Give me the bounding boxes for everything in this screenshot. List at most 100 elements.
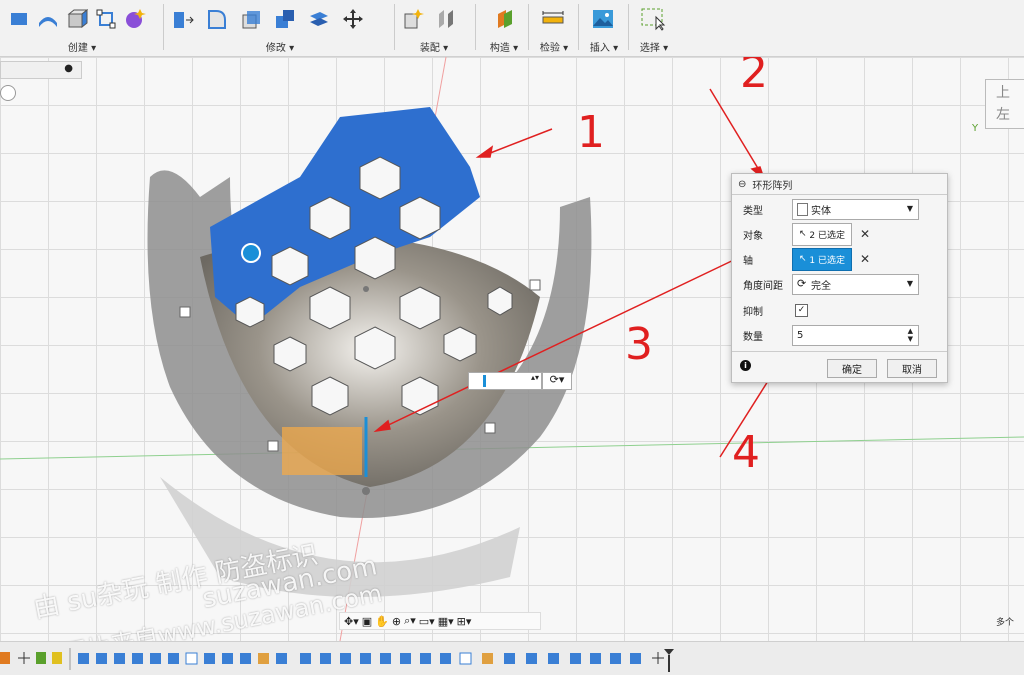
select-menu-label[interactable]: 选择 ▾	[636, 39, 672, 54]
type-value: 实体	[811, 205, 831, 217]
insert-image-icon[interactable]	[590, 6, 616, 32]
object-value: 2 已选定	[809, 230, 845, 241]
dialog-title: 环形阵列	[752, 180, 793, 192]
chevron-down-icon: ▼	[906, 203, 913, 213]
combine-icon[interactable]	[272, 6, 298, 32]
cancel-button[interactable]: 取消	[887, 359, 937, 378]
insert-group: 插入 ▾	[586, 0, 622, 56]
circular-pattern-dialog: ⊖ 环形阵列 类型 实体 ▼ 对象 ↖ 2 已选定 ✕ 轴 ↖ 1 已选定 ✕ …	[731, 173, 948, 383]
construct-group: 构造 ▾	[484, 0, 524, 56]
collapse-icon[interactable]: ●	[64, 63, 73, 74]
clear-axis-icon[interactable]: ✕	[860, 252, 870, 266]
spacing-row: 角度间距 ⟳ 完全 ▼	[732, 273, 947, 295]
inline-spacing-dropdown[interactable]: ⟳▾	[542, 372, 572, 390]
press-pull-icon[interactable]	[170, 6, 196, 32]
divider	[578, 4, 579, 50]
assemble-menu-label[interactable]: 装配 ▾	[400, 39, 468, 54]
count-value: 5	[797, 329, 804, 341]
chevron-down-icon: ▼	[906, 278, 913, 288]
plane-icon[interactable]	[492, 6, 518, 32]
divider	[394, 4, 395, 50]
create-menu-label[interactable]: 创建 ▾	[6, 39, 158, 54]
viewports-icon[interactable]: ⊞▾	[457, 615, 472, 628]
look-at-icon[interactable]: ▣	[362, 615, 372, 628]
annotation-2: 2	[740, 57, 768, 98]
split-body-icon[interactable]	[306, 6, 332, 32]
move-manipulator-icon	[241, 243, 261, 263]
body-icon	[797, 202, 808, 216]
suppress-checkbox[interactable]: ✓	[795, 303, 808, 317]
timeline	[0, 641, 1024, 675]
type-label: 类型	[743, 205, 763, 217]
axis-selection-box	[282, 427, 362, 475]
modify-menu-label[interactable]: 修改 ▾	[170, 39, 390, 54]
annotation-4: 4	[732, 427, 760, 478]
joint-icon[interactable]	[434, 6, 460, 32]
viewcube-top-label[interactable]: 上	[996, 82, 1010, 102]
dialog-header[interactable]: ⊖ 环形阵列	[732, 174, 947, 195]
insert-menu-label[interactable]: 插入 ▾	[586, 39, 622, 54]
shell-icon[interactable]	[238, 6, 264, 32]
cursor-icon: ↖	[798, 254, 807, 264]
y-axis-label: Y	[972, 123, 979, 134]
orbit-icon[interactable]: ✥▾	[344, 615, 359, 628]
rectangle-icon[interactable]	[93, 6, 119, 32]
browser-panel-header[interactable]: ●	[0, 61, 82, 79]
inspect-menu-label[interactable]: 检验 ▾	[534, 39, 574, 54]
rotate-icon: ⟳	[797, 276, 807, 290]
count-input[interactable]: 5 ▲ ▼	[792, 324, 919, 346]
type-select[interactable]: 实体 ▼	[792, 198, 919, 220]
object-row: 对象 ↖ 2 已选定 ✕	[732, 222, 947, 246]
move-icon[interactable]	[340, 6, 366, 32]
toolbar: 创建 ▾ 修改 ▾ 装配 ▾ 构造 ▾ 检验 ▾ 插入 ▾ 选择 ▾	[0, 0, 1024, 57]
box-icon[interactable]	[64, 6, 90, 32]
ok-button[interactable]: 确定	[827, 359, 877, 378]
divider	[628, 4, 629, 50]
form-icon[interactable]	[122, 6, 148, 32]
inline-count-field[interactable]: ▴▾	[468, 372, 542, 390]
annotation-1: 1	[577, 107, 605, 158]
new-component-icon[interactable]	[400, 6, 426, 32]
clear-object-icon[interactable]: ✕	[860, 227, 870, 241]
display-settings-icon[interactable]: ▭▾	[419, 615, 435, 628]
count-label: 数量	[743, 331, 763, 343]
info-icon[interactable]: i	[740, 360, 751, 371]
axis-select-button[interactable]: ↖ 1 已选定	[792, 247, 852, 271]
timeline-features[interactable]	[0, 642, 1024, 675]
spinner-icon[interactable]: ▴▾	[531, 373, 539, 382]
spacing-select[interactable]: ⟳ 完全 ▼	[792, 273, 919, 295]
viewcube-left-label[interactable]: 左	[996, 104, 1010, 124]
create-group: 创建 ▾	[6, 0, 158, 56]
sketch-icon[interactable]	[6, 6, 32, 32]
radio-icon[interactable]	[0, 85, 16, 101]
fillet-icon[interactable]	[204, 6, 230, 32]
spacing-label: 角度间距	[743, 280, 783, 292]
select-icon[interactable]	[640, 6, 666, 32]
divider	[528, 4, 529, 50]
axis-row: 轴 ↖ 1 已选定 ✕	[732, 247, 947, 271]
suppress-label: 抑制	[743, 306, 763, 318]
cursor-icon: ↖	[798, 229, 807, 239]
divider	[475, 4, 476, 50]
suppress-row: 抑制 ✓	[732, 299, 947, 321]
assemble-group: 装配 ▾	[400, 0, 468, 56]
selection-filter-label[interactable]: 多个	[996, 615, 1014, 628]
divider	[732, 351, 947, 352]
extrude-icon[interactable]	[35, 6, 61, 32]
spacing-value: 完全	[811, 280, 831, 292]
spinner-icon[interactable]: ▲ ▼	[908, 327, 913, 343]
count-row: 数量 5 ▲ ▼	[732, 324, 947, 346]
collapse-icon[interactable]: ⊖	[738, 179, 746, 190]
object-select-button[interactable]: ↖ 2 已选定	[792, 222, 852, 246]
grid-icon[interactable]: ▦▾	[438, 615, 454, 628]
fit-icon[interactable]: ⌕▾	[404, 614, 416, 628]
zoom-icon[interactable]: ⊕	[392, 615, 401, 628]
select-group: 选择 ▾	[636, 0, 672, 56]
view-cube[interactable]: 上 左	[985, 79, 1024, 129]
measure-icon[interactable]	[540, 6, 566, 32]
divider	[163, 4, 164, 50]
object-label: 对象	[743, 230, 763, 242]
construct-menu-label[interactable]: 构造 ▾	[484, 39, 524, 54]
pan-icon[interactable]: ✋	[375, 615, 389, 628]
type-row: 类型 实体 ▼	[732, 198, 947, 220]
